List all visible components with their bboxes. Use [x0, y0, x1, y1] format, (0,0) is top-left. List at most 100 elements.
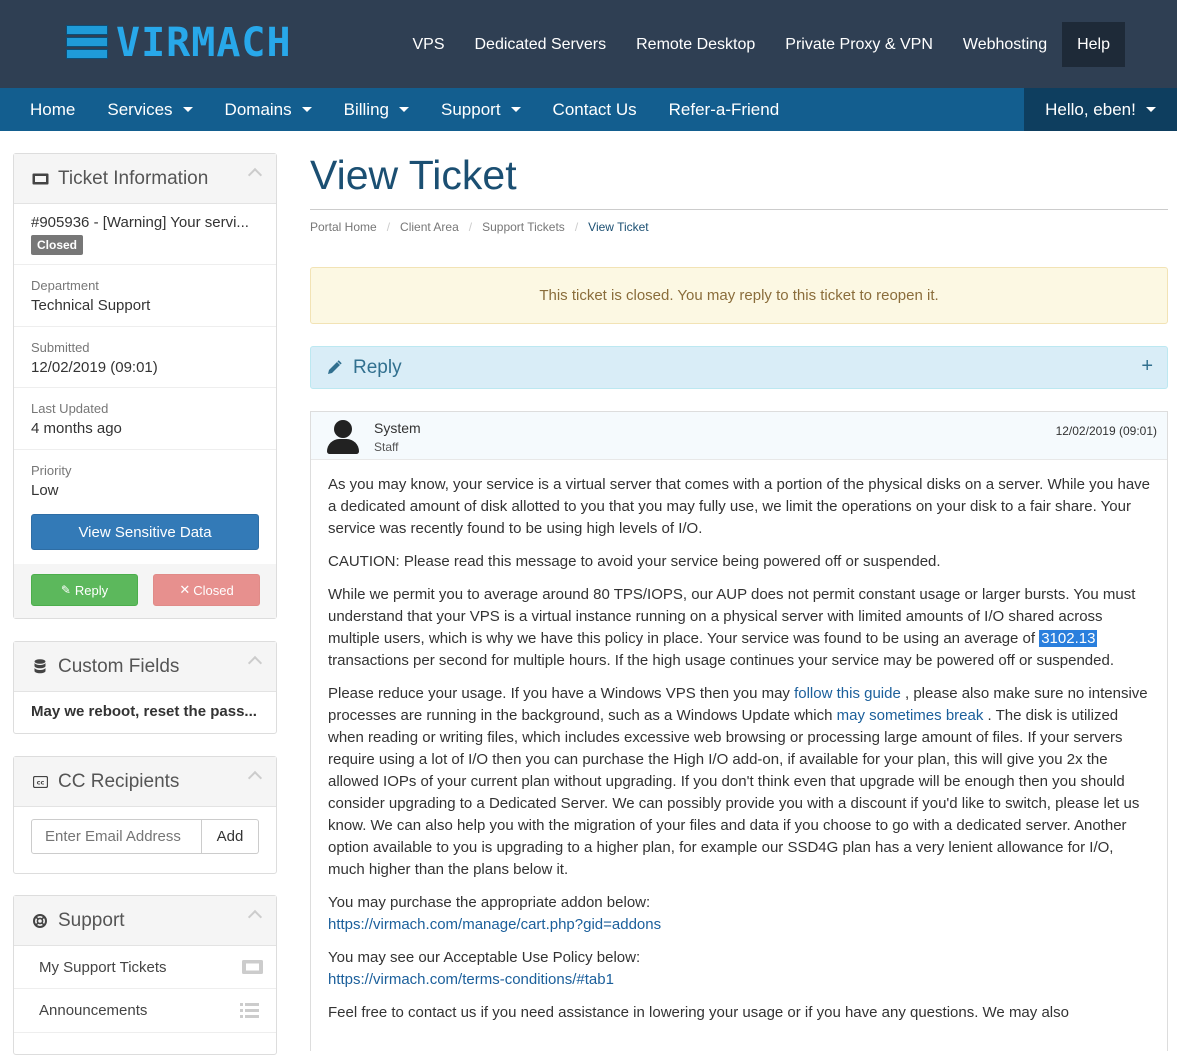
- message-text: You may purchase the appropriate addon b…: [328, 894, 651, 911]
- message-text: While we permit you to average around 80…: [328, 586, 1136, 647]
- sidebar-item-announcements[interactable]: Announcements: [14, 989, 276, 1032]
- nav-billing[interactable]: Billing: [328, 88, 425, 131]
- custom-fields-panel: Custom Fields May we reboot, reset the p…: [13, 641, 277, 734]
- nav-refer-a-friend[interactable]: Refer-a-Friend: [653, 88, 796, 131]
- breadcrumb-support-tickets[interactable]: Support Tickets: [482, 220, 565, 234]
- submitted-label: Submitted: [31, 340, 90, 355]
- cc-email-input[interactable]: [31, 819, 202, 854]
- brand-name: VIRMACH: [116, 20, 292, 66]
- life-ring-icon: [31, 913, 49, 928]
- sidebar-item-label: Announcements: [39, 1002, 148, 1019]
- message-text: . The disk is utilized when reading or w…: [328, 707, 1140, 878]
- ticket-actions: ✎ Reply ✕ Closed: [14, 564, 276, 618]
- chevron-up-icon[interactable]: [247, 167, 263, 183]
- panel-title: Custom Fields: [58, 655, 180, 677]
- list-icon: [240, 1003, 259, 1023]
- message-text: Please reduce your usage. If you have a …: [328, 685, 795, 702]
- svg-text:cc: cc: [36, 778, 44, 786]
- plus-icon[interactable]: +: [1141, 355, 1153, 378]
- nav-contact-label: Contact Us: [552, 100, 637, 119]
- breadcrumb-separator: /: [468, 220, 473, 234]
- nav-domains[interactable]: Domains: [209, 88, 328, 131]
- ticket-subject-row: #905936 - [Warning] Your servi... Closed: [14, 204, 276, 265]
- support-panel: Support My Support Tickets Announcements: [13, 895, 277, 1055]
- caret-down-icon: [1145, 107, 1156, 112]
- nav-contact-us[interactable]: Contact Us: [537, 88, 653, 131]
- chevron-up-icon[interactable]: [247, 909, 263, 925]
- message-paragraph: While we permit you to average around 80…: [328, 584, 1151, 672]
- cc-recipients-panel: cc CC Recipients Add: [13, 756, 277, 874]
- ticket-closed-alert: This ticket is closed. You may reply to …: [310, 267, 1168, 324]
- topnav-webhosting[interactable]: Webhosting: [948, 22, 1062, 67]
- submitted-value: 12/02/2019 (09:01): [31, 359, 158, 376]
- reply-panel-header[interactable]: Reply +: [310, 346, 1168, 389]
- ticket-information-header[interactable]: Ticket Information: [14, 154, 276, 204]
- message-date: 12/02/2019 (09:01): [1055, 424, 1157, 438]
- support-header[interactable]: Support: [14, 896, 276, 946]
- cc-recipients-header[interactable]: cc CC Recipients: [14, 757, 276, 807]
- message-paragraph: You may purchase the appropriate addon b…: [328, 892, 1151, 936]
- chevron-up-icon[interactable]: [247, 770, 263, 786]
- nav-billing-label: Billing: [343, 100, 389, 119]
- message-text: You may see our Acceptable Use Policy be…: [328, 949, 641, 966]
- view-sensitive-data-button[interactable]: View Sensitive Data: [31, 514, 259, 550]
- virmach-logo[interactable]: VIRMACH: [62, 20, 292, 66]
- topnav-remote-desktop[interactable]: Remote Desktop: [621, 22, 770, 67]
- ticket-icon: [31, 172, 49, 186]
- database-icon: [31, 659, 49, 674]
- may-sometimes-break-link[interactable]: may sometimes break: [837, 707, 984, 724]
- sidebar-item-label: My Support Tickets: [39, 958, 167, 976]
- chevron-up-icon[interactable]: [247, 655, 263, 671]
- closed-button-label: Closed: [193, 582, 234, 598]
- last-updated-label: Last Updated: [31, 401, 109, 416]
- message-paragraph: Please reduce your usage. If you have a …: [328, 683, 1151, 881]
- times-icon: ✕: [179, 582, 191, 597]
- cc-add-button[interactable]: Add: [202, 819, 259, 854]
- priority-value: Low: [31, 482, 59, 499]
- nav-home-label: Home: [30, 100, 76, 119]
- server-rack-icon: [62, 23, 110, 63]
- aup-link[interactable]: https://virmach.com/terms-conditions/#ta…: [328, 971, 614, 988]
- panel-title: Ticket Information: [58, 167, 209, 189]
- reply-button[interactable]: ✎ Reply: [31, 574, 138, 606]
- topnav-private-proxy-vpn[interactable]: Private Proxy & VPN: [770, 22, 948, 67]
- breadcrumb-client-area[interactable]: Client Area: [400, 220, 459, 234]
- closed-button[interactable]: ✕ Closed: [153, 574, 260, 606]
- ticket-message: System Staff 12/02/2019 (09:01) As you m…: [310, 411, 1168, 1051]
- highlighted-value: 3102.13: [1039, 630, 1098, 647]
- submitted-row: Submitted 12/02/2019 (09:01): [14, 327, 276, 388]
- message-paragraph: Feel free to contact us if you need assi…: [328, 1004, 1069, 1021]
- ticket-icon: [242, 960, 263, 979]
- department-row: Department Technical Support: [14, 265, 276, 327]
- site-header: VIRMACH VPS Dedicated Servers Remote Des…: [0, 0, 1177, 88]
- topnav-help[interactable]: Help: [1062, 22, 1125, 67]
- breadcrumb-portal-home[interactable]: Portal Home: [310, 220, 377, 234]
- caret-down-icon: [510, 107, 521, 112]
- nav-support-label: Support: [441, 100, 501, 119]
- topnav-vps[interactable]: VPS: [397, 22, 459, 67]
- topnav-dedicated-servers[interactable]: Dedicated Servers: [459, 22, 621, 67]
- follow-guide-link[interactable]: follow this guide: [794, 685, 901, 702]
- sidebar-item-my-support-tickets[interactable]: My Support Tickets: [14, 946, 276, 989]
- nav-support[interactable]: Support: [425, 88, 537, 131]
- message-paragraph: CAUTION: Please read this message to avo…: [328, 553, 941, 570]
- nav-domains-label: Domains: [224, 100, 292, 119]
- nav-services[interactable]: Services: [91, 88, 208, 131]
- user-menu[interactable]: Hello, eben!: [1024, 88, 1177, 131]
- message-text: transactions per second for multiple hou…: [328, 652, 1115, 669]
- pencil-icon: ✎: [60, 583, 71, 597]
- reply-panel-title: Reply: [353, 356, 402, 378]
- page-title: View Ticket: [310, 152, 517, 198]
- custom-fields-header[interactable]: Custom Fields: [14, 642, 276, 692]
- nav-refer-label: Refer-a-Friend: [668, 100, 780, 119]
- caret-down-icon: [399, 107, 409, 112]
- user-greeting: Hello, eben!: [1045, 99, 1136, 119]
- message-header: System Staff 12/02/2019 (09:01): [311, 412, 1167, 460]
- caret-down-icon: [301, 107, 312, 112]
- breadcrumb-view-ticket: View Ticket: [588, 220, 649, 234]
- department-value: Technical Support: [31, 297, 151, 314]
- nav-home[interactable]: Home: [14, 88, 91, 131]
- ticket-subject: #905936 - [Warning] Your servi...: [31, 214, 249, 231]
- custom-field-value: May we reboot, reset the pass...: [31, 703, 257, 720]
- addons-link[interactable]: https://virmach.com/manage/cart.php?gid=…: [328, 916, 661, 933]
